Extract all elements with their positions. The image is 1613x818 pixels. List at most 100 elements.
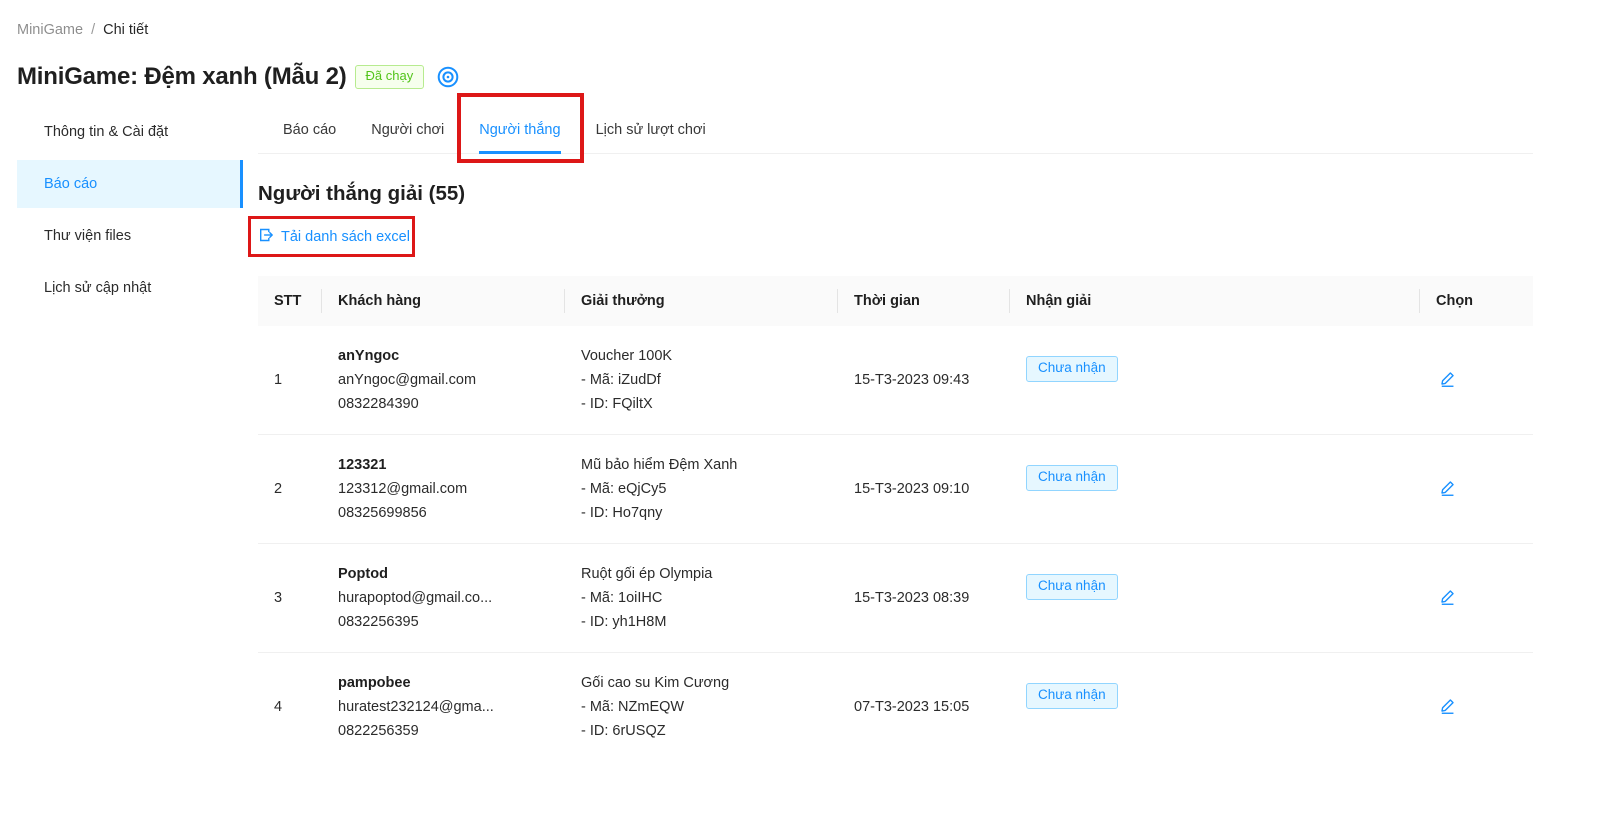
- edit-icon[interactable]: [1436, 697, 1456, 714]
- edit-icon[interactable]: [1436, 588, 1456, 605]
- table-row: 2 123321 123312@gmail.com 08325699856 Mũ…: [258, 435, 1533, 544]
- prize-name: Ruột gối ép Olympia: [581, 562, 822, 586]
- tab-nguoi-choi[interactable]: Người chơi: [371, 108, 444, 153]
- cell-status: Chưa nhận: [1010, 653, 1420, 762]
- cell-customer: 123321 123312@gmail.com 08325699856: [322, 435, 565, 544]
- tab-label: Người chơi: [371, 122, 444, 138]
- prize-id: - ID: FQiltX: [581, 392, 822, 416]
- sidebar-item-label: Thông tin & Cài đặt: [44, 124, 168, 140]
- winners-table: STT Khách hàng Giải thưởng Thời gian Nhậ…: [258, 276, 1533, 761]
- cell-status: Chưa nhận: [1010, 544, 1420, 653]
- cell-prize: Mũ bảo hiểm Đệm Xanh - Mã: eQjCy5 - ID: …: [565, 435, 838, 544]
- customer-email: 123312@gmail.com: [338, 477, 549, 501]
- cell-customer: anYngoc anYngoc@gmail.com 0832284390: [322, 326, 565, 435]
- prize-code: - Mã: NZmEQW: [581, 695, 822, 719]
- tab-label: Lịch sử lượt chơi: [596, 122, 706, 138]
- sidebar-item-lich-su-cap-nhat[interactable]: Lịch sử cập nhật: [17, 264, 243, 312]
- customer-email: anYngoc@gmail.com: [338, 368, 549, 392]
- sidebar-item-label: Thư viện files: [44, 228, 131, 244]
- prize-code: - Mã: 1oiIHC: [581, 586, 822, 610]
- cell-time: 07-T3-2023 15:05: [838, 653, 1010, 762]
- sidebar-item-bao-cao[interactable]: Báo cáo: [17, 160, 243, 208]
- export-excel-button[interactable]: Tải danh sách excel: [258, 227, 410, 247]
- export-icon: [258, 227, 274, 247]
- customer-phone: 0822256359: [338, 719, 549, 743]
- tab-lich-su-luot-choi[interactable]: Lịch sử lượt chơi: [596, 108, 706, 153]
- sidebar: Thông tin & Cài đặt Báo cáo Thư viện fil…: [0, 108, 243, 316]
- sidebar-item-label: Lịch sử cập nhật: [44, 280, 151, 296]
- edit-icon[interactable]: [1436, 479, 1456, 496]
- cell-stt: 1: [258, 326, 322, 435]
- cell-status: Chưa nhận: [1010, 435, 1420, 544]
- col-header-giai-thuong: Giải thưởng: [565, 276, 838, 326]
- customer-name: anYngoc: [338, 344, 549, 368]
- breadcrumb-current: Chi tiết: [103, 22, 148, 38]
- export-button-label: Tải danh sách excel: [281, 229, 410, 245]
- page-title: MiniGame: Đệm xanh (Mẫu 2): [17, 63, 347, 91]
- breadcrumb: MiniGame / Chi tiết: [17, 22, 1613, 38]
- breadcrumb-separator: /: [91, 22, 95, 38]
- status-badge: Chưa nhận: [1026, 465, 1118, 491]
- table-row: 1 anYngoc anYngoc@gmail.com 0832284390 V…: [258, 326, 1533, 435]
- sidebar-item-thong-tin[interactable]: Thông tin & Cài đặt: [17, 108, 243, 156]
- col-header-khach-hang: Khách hàng: [322, 276, 565, 326]
- main-content: Báo cáo Người chơi Người thắng Lịch sử l…: [258, 108, 1533, 761]
- tab-nguoi-thang[interactable]: Người thắng: [479, 108, 560, 153]
- cell-prize: Ruột gối ép Olympia - Mã: 1oiIHC - ID: y…: [565, 544, 838, 653]
- cell-prize: Voucher 100K - Mã: iZudDf - ID: FQiltX: [565, 326, 838, 435]
- col-header-chon: Chọn: [1420, 276, 1533, 326]
- table-row: 4 pampobee huratest232124@gma... 0822256…: [258, 653, 1533, 762]
- prize-name: Gối cao su Kim Cương: [581, 671, 822, 695]
- customer-name: Poptod: [338, 562, 549, 586]
- tab-label: Báo cáo: [283, 122, 336, 138]
- customer-email: hurapoptod@gmail.co...: [338, 586, 549, 610]
- cell-prize: Gối cao su Kim Cương - Mã: NZmEQW - ID: …: [565, 653, 838, 762]
- customer-email: huratest232124@gma...: [338, 695, 549, 719]
- prize-code: - Mã: iZudDf: [581, 368, 822, 392]
- col-header-thoi-gian: Thời gian: [838, 276, 1010, 326]
- section-title: Người thắng giải (55): [258, 182, 1533, 206]
- status-badge-running: Đã chạy: [355, 65, 425, 88]
- prize-id: - ID: 6rUSQZ: [581, 719, 822, 743]
- eye-icon[interactable]: [436, 65, 460, 89]
- cell-time: 15-T3-2023 08:39: [838, 544, 1010, 653]
- prize-id: - ID: Ho7qny: [581, 501, 822, 525]
- customer-name: 123321: [338, 453, 549, 477]
- cell-customer: pampobee huratest232124@gma... 082225635…: [322, 653, 565, 762]
- tab-active-indicator: [479, 151, 560, 154]
- cell-customer: Poptod hurapoptod@gmail.co... 0832256395: [322, 544, 565, 653]
- page-header: MiniGame: Đệm xanh (Mẫu 2) Đã chạy: [17, 63, 1613, 91]
- cell-action: [1420, 653, 1533, 762]
- table-header-row: STT Khách hàng Giải thưởng Thời gian Nhậ…: [258, 276, 1533, 326]
- status-badge: Chưa nhận: [1026, 574, 1118, 600]
- customer-name: pampobee: [338, 671, 549, 695]
- prize-name: Voucher 100K: [581, 344, 822, 368]
- cell-action: [1420, 435, 1533, 544]
- customer-phone: 0832284390: [338, 392, 549, 416]
- cell-stt: 4: [258, 653, 322, 762]
- prize-name: Mũ bảo hiểm Đệm Xanh: [581, 453, 822, 477]
- cell-action: [1420, 326, 1533, 435]
- edit-icon[interactable]: [1436, 370, 1456, 387]
- tab-bao-cao[interactable]: Báo cáo: [283, 108, 336, 153]
- breadcrumb-link-minigame[interactable]: MiniGame: [17, 22, 83, 38]
- col-header-nhan-giai: Nhận giải: [1010, 276, 1420, 326]
- cell-time: 15-T3-2023 09:10: [838, 435, 1010, 544]
- main-layout: Thông tin & Cài đặt Báo cáo Thư viện fil…: [0, 108, 1613, 761]
- customer-phone: 0832256395: [338, 610, 549, 634]
- cell-stt: 3: [258, 544, 322, 653]
- col-header-stt: STT: [258, 276, 322, 326]
- tab-bar: Báo cáo Người chơi Người thắng Lịch sử l…: [258, 108, 1533, 154]
- sidebar-item-thu-vien-files[interactable]: Thư viện files: [17, 212, 243, 260]
- prize-code: - Mã: eQjCy5: [581, 477, 822, 501]
- prize-id: - ID: yh1H8M: [581, 610, 822, 634]
- customer-phone: 08325699856: [338, 501, 549, 525]
- cell-status: Chưa nhận: [1010, 326, 1420, 435]
- cell-action: [1420, 544, 1533, 653]
- table-row: 3 Poptod hurapoptod@gmail.co... 08322563…: [258, 544, 1533, 653]
- cell-stt: 2: [258, 435, 322, 544]
- status-badge: Chưa nhận: [1026, 683, 1118, 709]
- sidebar-item-label: Báo cáo: [44, 176, 97, 192]
- tab-label: Người thắng: [479, 122, 560, 138]
- cell-time: 15-T3-2023 09:43: [838, 326, 1010, 435]
